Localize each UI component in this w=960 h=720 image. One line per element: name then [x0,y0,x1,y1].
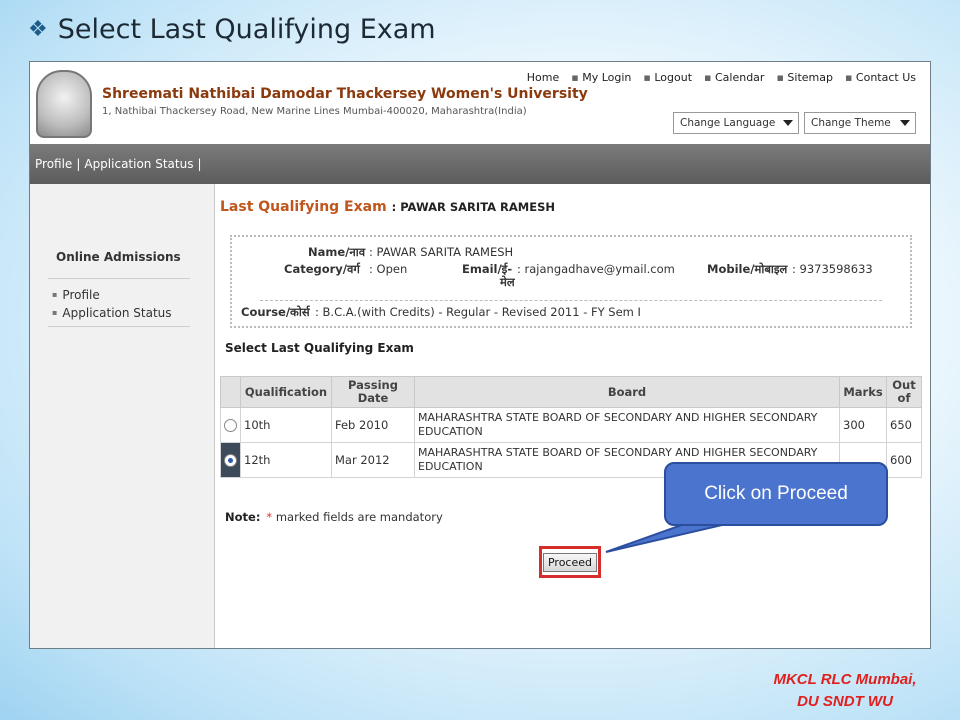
name-value: PAWAR SARITA RAMESH [376,245,514,259]
top-navbar: Profile | Application Status | [30,144,930,184]
slide-title-text: Select Last Qualifying Exam [57,14,436,45]
change-language-select[interactable]: Change Language [673,112,799,134]
mobile-label: Mobile/मोबाइल [707,262,788,276]
logout-link[interactable]: Logout [654,71,692,84]
my-login-link[interactable]: My Login [582,71,631,84]
required-star: * [266,510,273,524]
footer-credit: MKCL RLC Mumbai, DU SNDT WU [760,669,930,713]
out-of-header: Out of [886,376,922,408]
proceed-button[interactable]: Proceed [542,552,598,572]
contact-us-link[interactable]: Contact Us [856,71,916,84]
table-header-row: Qualification Passing Date Board Marks Ou… [220,376,922,408]
out-of-cell: 600 [886,442,922,478]
course-label: Course/कोर्स [241,305,310,319]
qualification-10th-radio[interactable] [224,419,237,432]
sidebar: Online Admissions Profile Application St… [30,184,215,648]
sitemap-link[interactable]: Sitemap [787,71,833,84]
section-title: Select Last Qualifying Exam [225,341,414,355]
info-divider [260,300,882,301]
row-select-cell [220,407,241,443]
qualification-cell: 12th [240,442,332,478]
passing-date-cell: Feb 2010 [331,407,415,443]
email-label-continued: मेल [500,275,515,289]
sidebar-item-profile[interactable]: Profile [52,288,99,302]
page-body: Online Admissions Profile Application St… [30,184,930,648]
footer-credit-line2: DU SNDT WU [797,693,893,710]
course-value: B.C.A.(with Credits) - Regular - Revised… [322,305,641,319]
page-heading-title: Last Qualifying Exam [220,199,387,215]
dropdown-arrow-icon [783,120,793,126]
student-info-box: Name/नाव : PAWAR SARITA RAMESH Category/… [230,235,912,328]
callout-text: Click on Proceed [704,483,848,504]
slide-title: ❖ Select Last Qualifying Exam [28,14,436,45]
screenshot-frame: Shreemati Nathibai Damodar Thackersey Wo… [29,61,931,649]
change-theme-select[interactable]: Change Theme [804,112,916,134]
calendar-link[interactable]: Calendar [715,71,764,84]
board-cell: MAHARASHTRA STATE BOARD OF SECONDARY AND… [414,407,840,443]
marks-cell: 300 [839,407,887,443]
mandatory-note: Note: * marked fields are mandatory [225,510,443,524]
top-links: Home ▪ My Login ▪ Logout ▪ Calendar ▪ Si… [526,71,916,84]
category-label: Category/वर्ग [284,262,360,276]
instruction-callout: Click on Proceed [664,462,888,526]
home-link[interactable]: Home [527,71,559,84]
note-label: Note: [225,510,261,524]
nav-profile[interactable]: Profile [35,157,72,171]
change-language-label: Change Language [680,117,776,129]
select-column-header [220,376,241,408]
university-name: Shreemati Nathibai Damodar Thackersey Wo… [102,86,588,102]
sidebar-divider [48,326,190,327]
footer-credit-line1: MKCL RLC Mumbai, [773,671,917,688]
university-logo [36,70,92,138]
name-label: Name/नाव [308,245,366,259]
category-value: Open [376,262,408,276]
dropdown-arrow-icon [900,120,910,126]
university-address: 1, Nathibai Thackersey Road, New Marine … [102,106,527,117]
nav-application-status[interactable]: Application Status [84,157,193,171]
qualification-cell: 10th [240,407,332,443]
main-content: Last Qualifying Exam : PAWAR SARITA RAME… [220,184,928,648]
note-text: marked fields are mandatory [275,510,443,524]
table-row: 10th Feb 2010 MAHARASHTRA STATE BOARD OF… [220,407,922,443]
qualification-header: Qualification [240,376,332,408]
site-header: Shreemati Nathibai Damodar Thackersey Wo… [30,62,930,144]
board-header: Board [414,376,840,408]
mobile-value: 9373598633 [799,262,873,276]
proceed-highlight: Proceed [539,546,601,578]
qualification-12th-radio[interactable] [224,454,237,467]
diamond-bullet-icon: ❖ [28,17,48,42]
sidebar-heading: Online Admissions [56,250,181,264]
row-select-cell [220,442,241,478]
sidebar-item-application-status[interactable]: Application Status [52,306,171,320]
sidebar-divider [48,278,190,279]
marks-header: Marks [839,376,887,408]
passing-date-header: Passing Date [331,376,415,408]
student-name-heading: PAWAR SARITA RAMESH [400,200,556,214]
out-of-cell: 650 [886,407,922,443]
page-heading: Last Qualifying Exam : PAWAR SARITA RAME… [220,199,556,215]
passing-date-cell: Mar 2012 [331,442,415,478]
email-value: rajangadhave@ymail.com [524,262,675,276]
change-theme-label: Change Theme [811,117,891,129]
